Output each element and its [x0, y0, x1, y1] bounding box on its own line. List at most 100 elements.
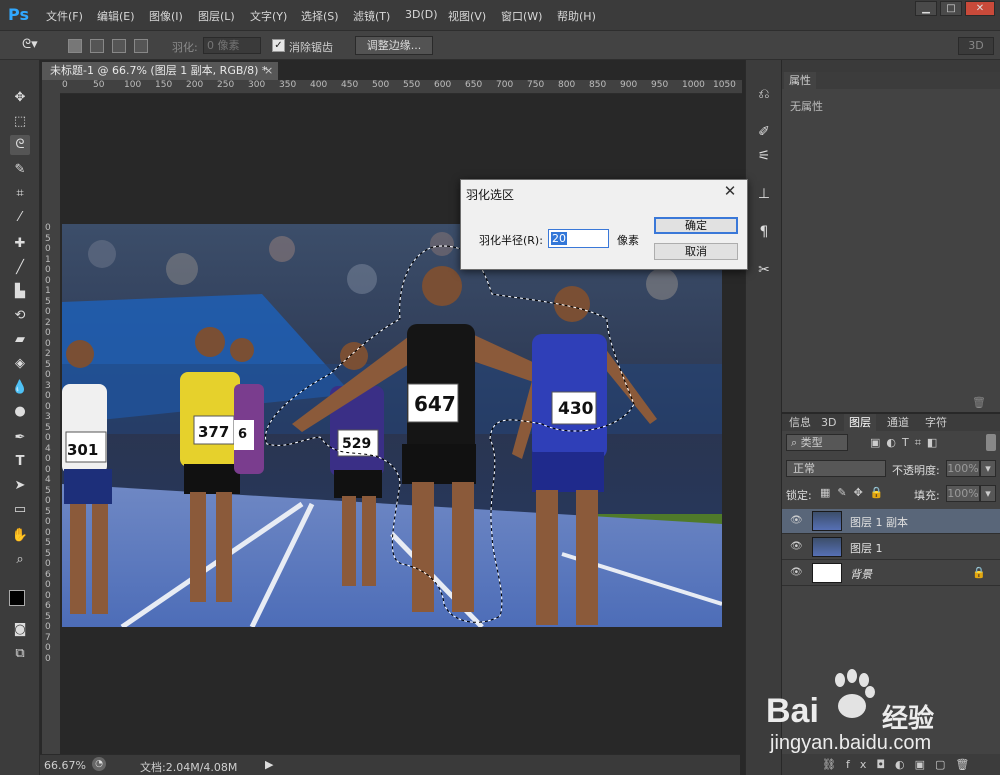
- shape-tool-icon[interactable]: ▭: [10, 500, 30, 520]
- ruler-tick-label: 250: [217, 80, 235, 90]
- history-panel-icon[interactable]: ⎌: [754, 84, 774, 104]
- tab-info[interactable]: 信息: [784, 414, 816, 431]
- tools-icon[interactable]: ✂: [754, 260, 774, 280]
- opacity-field[interactable]: 100%: [946, 460, 980, 477]
- layer-filter-select[interactable]: ⌕ 类型: [786, 434, 848, 451]
- subtract-selection-icon[interactable]: [112, 39, 126, 53]
- ruler-tick-label: 4: [45, 475, 51, 485]
- lasso-preset-icon[interactable]: ᘓ▾: [22, 37, 48, 55]
- blend-mode-select[interactable]: 正常: [786, 460, 886, 477]
- visibility-eye-icon[interactable]: 👁: [790, 541, 804, 553]
- path-select-icon[interactable]: ➤: [10, 476, 30, 496]
- menu-file[interactable]: 文件(F): [46, 8, 83, 24]
- clone-stamp-icon[interactable]: ▙: [10, 282, 30, 302]
- ruler-tick-label: 2: [45, 349, 51, 359]
- menu-filter[interactable]: 滤镜(T): [353, 8, 390, 24]
- menu-3d[interactable]: 3D(D): [405, 8, 438, 21]
- marquee-tool-icon[interactable]: ⬚: [10, 112, 30, 132]
- properties-trash-icon[interactable]: 🗑: [972, 396, 986, 409]
- tool-presets-icon[interactable]: ⊥: [754, 184, 774, 204]
- screen-mode-icon[interactable]: ⧉: [10, 644, 30, 664]
- menu-type[interactable]: 文字(Y): [250, 8, 287, 24]
- zoom-level[interactable]: 66.67%: [44, 759, 86, 772]
- antialias-checkbox[interactable]: ✓: [272, 39, 285, 52]
- photo-artwork: [62, 224, 722, 627]
- ruler-tick-label: 6: [45, 601, 51, 611]
- menu-help[interactable]: 帮助(H): [557, 8, 596, 24]
- quick-select-tool-icon[interactable]: ✎: [10, 160, 30, 180]
- menu-view[interactable]: 视图(V): [448, 8, 486, 24]
- foreground-color[interactable]: [9, 590, 25, 606]
- quick-mask-icon[interactable]: ◙: [10, 620, 30, 640]
- paint-bucket-icon[interactable]: ◈: [10, 354, 30, 374]
- refine-edge-button[interactable]: 调整边缘...: [355, 36, 433, 55]
- status-info-icon[interactable]: ◔: [92, 757, 106, 771]
- athletes-photo[interactable]: 301 377 6 529 647 430: [62, 224, 722, 627]
- brush-tool-icon[interactable]: ╱: [10, 258, 30, 278]
- layer-row-copy[interactable]: 👁 图层 1 副本: [782, 509, 1000, 534]
- healing-brush-icon[interactable]: ✚: [10, 234, 30, 254]
- ruler-tick-label: 150: [155, 80, 173, 90]
- menu-image[interactable]: 图像(I): [149, 8, 183, 24]
- add-selection-icon[interactable]: [90, 39, 104, 53]
- close-window-button[interactable]: ✕: [965, 1, 995, 16]
- visibility-eye-icon[interactable]: 👁: [790, 567, 804, 579]
- move-tool-icon[interactable]: ✥: [10, 88, 30, 108]
- menu-layer[interactable]: 图层(L): [198, 8, 235, 24]
- ruler-tick-label: 0: [45, 496, 51, 506]
- feather-field[interactable]: [203, 37, 261, 54]
- ruler-tick-label: 3: [45, 412, 51, 422]
- options-bar: ᘓ▾ 羽化: ✓ 消除锯齿 调整边缘... 3D: [0, 30, 1000, 60]
- crop-tool-icon[interactable]: ⌗: [10, 184, 30, 204]
- menu-edit[interactable]: 编辑(E): [97, 8, 135, 24]
- close-tab-icon[interactable]: ×: [264, 62, 273, 80]
- dodge-tool-icon[interactable]: ●: [10, 402, 30, 422]
- menu-select[interactable]: 选择(S): [301, 8, 339, 24]
- history-brush-icon[interactable]: ⟲: [10, 306, 30, 326]
- cancel-button[interactable]: 取消: [654, 243, 738, 260]
- brush-panel-icon[interactable]: ✐: [754, 122, 774, 142]
- ruler-tick-label: 5: [45, 422, 51, 433]
- tab-layers[interactable]: 图层: [844, 414, 876, 431]
- tab-3d[interactable]: 3D: [816, 414, 841, 431]
- zoom-tool-icon[interactable]: ⌕: [10, 550, 30, 570]
- ruler-tick-label: 850: [589, 80, 607, 90]
- layer-thumbnail: [812, 563, 842, 583]
- fill-dropdown-icon[interactable]: ▾: [980, 485, 996, 502]
- workspace-switcher[interactable]: 3D: [958, 37, 994, 55]
- minimize-button[interactable]: ▁: [915, 1, 937, 16]
- tab-properties[interactable]: 属性: [784, 72, 816, 89]
- eraser-tool-icon[interactable]: ▰: [10, 330, 30, 350]
- document-tab[interactable]: 未标题-1 @ 66.7% (图层 1 副本, RGB/8) * ×: [42, 62, 278, 80]
- blur-tool-icon[interactable]: 💧: [10, 378, 30, 398]
- close-icon[interactable]: ✕: [719, 182, 741, 202]
- status-menu-arrow-icon[interactable]: ▶: [265, 758, 273, 771]
- layer-row-background[interactable]: 👁 背景 🔒: [782, 561, 1000, 586]
- filter-toggle-switch[interactable]: [986, 434, 996, 451]
- properties-panel: 属性 无属性 🗑: [782, 72, 1000, 412]
- pen-tool-icon[interactable]: ✒: [10, 428, 30, 448]
- fill-field[interactable]: 100%: [946, 485, 980, 502]
- adjustments-icon[interactable]: ⚟: [754, 146, 774, 166]
- lasso-tool-icon[interactable]: ᘓ: [10, 135, 30, 155]
- opacity-dropdown-icon[interactable]: ▾: [980, 460, 996, 477]
- intersect-selection-icon[interactable]: [134, 39, 148, 53]
- new-selection-icon[interactable]: [68, 39, 82, 53]
- bib-6: 6: [238, 427, 248, 442]
- lock-icons[interactable]: ▦✎✥🔒: [820, 486, 891, 499]
- menu-window[interactable]: 窗口(W): [501, 8, 542, 24]
- tab-character[interactable]: 字符: [920, 414, 952, 431]
- layer-row-layer1[interactable]: 👁 图层 1: [782, 535, 1000, 560]
- ruler-tick-label: 0: [45, 580, 51, 590]
- hand-tool-icon[interactable]: ✋: [10, 526, 30, 546]
- eyedropper-tool-icon[interactable]: ⁄: [10, 208, 30, 228]
- ok-button[interactable]: 确定: [654, 217, 738, 234]
- layer-filter-icons[interactable]: ▣◐T⌗◧: [870, 436, 943, 450]
- ruler-tick-label: 0: [45, 275, 51, 286]
- fill-label: 填充:: [914, 489, 940, 502]
- type-tool-icon[interactable]: T: [10, 452, 30, 472]
- visibility-eye-icon[interactable]: 👁: [790, 515, 804, 527]
- paragraph-icon[interactable]: ¶: [754, 222, 774, 242]
- maximize-button[interactable]: □: [940, 1, 962, 16]
- tab-channels[interactable]: 通道: [882, 414, 914, 431]
